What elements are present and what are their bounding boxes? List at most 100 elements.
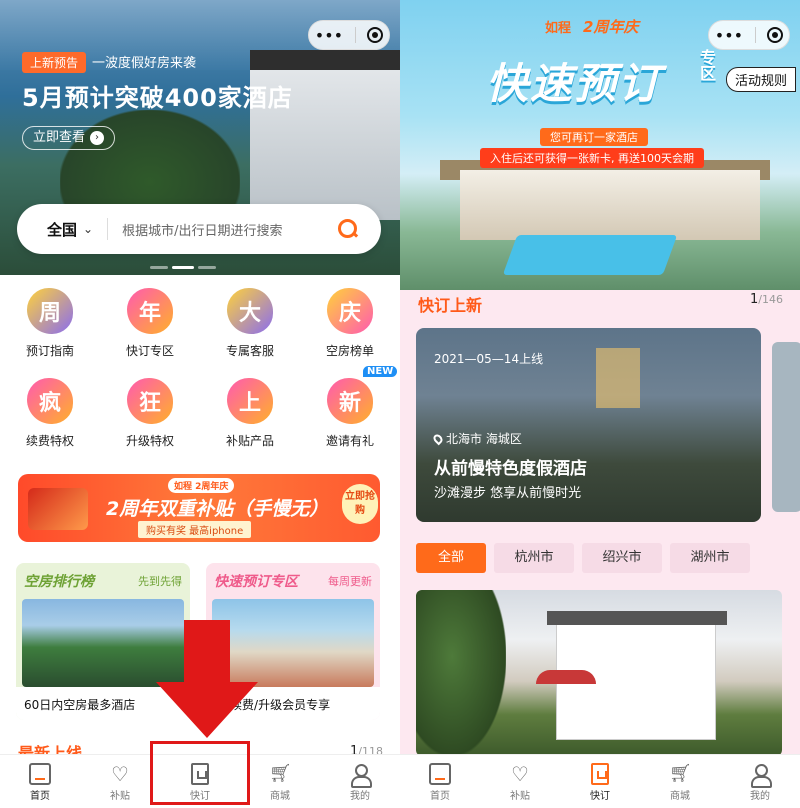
grid-item-renew-privilege[interactable]: 疯 续费特权: [0, 378, 100, 449]
nian-icon: 年: [127, 288, 173, 334]
tab-label: 商城: [270, 791, 290, 802]
card-header: 快速预订专区 每周更新: [206, 563, 380, 599]
brand-logo: 如程: [545, 21, 572, 36]
featured-date: 2021—05—14上线: [434, 352, 544, 366]
carousel-dots: [150, 266, 216, 269]
promo-logo: 如程 2周年庆: [168, 478, 235, 493]
anniversary-promo-banner[interactable]: 如程 2周年庆 2周年双重补贴（手慢无） 购买有奖 最高iphone 立即抢购: [18, 474, 380, 542]
activity-rules-button[interactable]: 活动规则: [726, 67, 797, 92]
featured-hotel-desc: 沙滩漫步 悠享从前慢时光: [434, 486, 582, 501]
tab-mine[interactable]: 我的: [720, 755, 800, 808]
hotel-listing-image[interactable]: [416, 590, 782, 756]
card-side-text: 每周更新: [328, 575, 372, 588]
tab-mine[interactable]: 我的: [320, 755, 400, 808]
close-miniprogram-icon[interactable]: [367, 27, 384, 43]
more-icon[interactable]: •••: [315, 26, 343, 45]
card-side-text: 先到先得: [138, 575, 182, 588]
grid-item-label: 预订指南: [25, 344, 74, 358]
carousel-dot: [198, 266, 216, 269]
section-total: /146: [758, 293, 783, 306]
grid-item-label: 升级特权: [125, 434, 174, 448]
chevron-down-icon[interactable]: ⌄: [83, 222, 93, 236]
hero-house: [250, 50, 400, 220]
arrow-right-icon: ›: [90, 131, 105, 145]
window-light: [596, 348, 640, 408]
featured-location-text: 北海市 海城区: [446, 432, 522, 446]
grid-item-service[interactable]: 大 专属客服: [200, 288, 300, 359]
promo-subtitle: 购买有奖 最高iphone: [138, 521, 252, 538]
featured-hotel-card[interactable]: 2021—05—14上线 北海市 海城区 从前慢特色度假酒店 沙滩漫步 悠享从前…: [416, 328, 761, 522]
red-envelope-image: [28, 488, 88, 530]
home-icon: [429, 763, 451, 785]
promo-title: 2周年双重补贴（手慢无）: [106, 498, 329, 520]
cart-icon: 🛒︎: [669, 763, 692, 784]
grid-item-quick-zone[interactable]: 年 快订专区: [100, 288, 200, 359]
tab-mall[interactable]: 🛒︎ 商城: [640, 755, 720, 808]
grid-item-label: 空房榜单: [325, 344, 374, 358]
tab-subsidy[interactable]: ♡ 补贴: [80, 755, 160, 808]
quick-booking-screen: 如程 2周年庆 快速预订 专区 您可再订一家酒店 入住后还可获得一张新卡, 再送…: [400, 0, 800, 808]
tab-label: 补贴: [510, 791, 530, 802]
brand-logos: 如程 2周年庆: [545, 16, 638, 37]
search-divider: [107, 218, 109, 240]
grid-item-booking-guide[interactable]: 周 预订指南: [0, 288, 100, 359]
grid-item-subsidy[interactable]: 上 补贴产品: [200, 378, 300, 449]
capsule-divider: [354, 27, 356, 43]
city-tab-huzhou[interactable]: 湖州市: [670, 543, 750, 573]
kuang-icon: 狂: [127, 378, 173, 424]
region-selector[interactable]: 全国: [47, 219, 77, 240]
tab-label: 我的: [750, 791, 770, 802]
da-icon: 大: [227, 288, 273, 334]
search-input[interactable]: 根据城市/出行日期进行搜索: [122, 220, 337, 239]
miniprogram-capsule: •••: [308, 20, 390, 50]
heart-icon: ♡: [111, 762, 129, 786]
next-card-peek[interactable]: [772, 342, 800, 512]
hero-pill-primary: 您可再订一家酒店: [540, 128, 648, 146]
bottom-tabbar: 首页 ♡ 补贴 快订 🛒︎ 商城 我的: [400, 754, 800, 808]
tab-label: 商城: [670, 791, 690, 802]
tab-quick-book[interactable]: 快订: [560, 755, 640, 808]
search-bar[interactable]: 全国 ⌄ 根据城市/出行日期进行搜索: [17, 204, 381, 254]
tab-mall[interactable]: 🛒︎ 商城: [240, 755, 320, 808]
city-filter: 全部 杭州市 绍兴市 湖州市: [416, 543, 750, 573]
search-icon[interactable]: [337, 218, 359, 240]
umbrella-image: [536, 670, 596, 684]
grid-item-invite[interactable]: 新 NEW 邀请有礼: [300, 366, 400, 449]
tab-label: 补贴: [110, 791, 130, 802]
cart-icon: 🛒︎: [269, 763, 292, 784]
shang-icon: 上: [227, 378, 273, 424]
villa-image: [460, 170, 760, 240]
xin-icon: 新: [327, 378, 373, 424]
bookmark-icon: [591, 763, 609, 785]
hero-cta-button[interactable]: 立即查看 ›: [22, 126, 116, 150]
grid-item-label: 补贴产品: [225, 434, 274, 448]
section-pager: 1/146: [750, 292, 783, 307]
user-icon: [749, 763, 772, 788]
promo-buy-button[interactable]: 立即抢购: [342, 484, 378, 524]
tab-home[interactable]: 首页: [0, 755, 80, 808]
city-tab-all[interactable]: 全部: [416, 543, 486, 573]
red-arrow-annotation: [156, 620, 258, 738]
hero-pill-secondary: 入住后还可获得一张新卡, 再送100天会期: [480, 148, 704, 168]
more-icon[interactable]: •••: [715, 26, 743, 45]
tab-label: 快订: [590, 791, 610, 802]
pool-image: [502, 235, 678, 275]
tab-home[interactable]: 首页: [400, 755, 480, 808]
grid-item-upgrade-privilege[interactable]: 狂 升级特权: [100, 378, 200, 449]
featured-hotel-name: 从前慢特色度假酒店: [434, 459, 587, 479]
tab-subsidy[interactable]: ♡ 补贴: [480, 755, 560, 808]
user-icon: [349, 763, 372, 788]
city-tab-shaoxing[interactable]: 绍兴市: [582, 543, 662, 573]
grid-item-vacancy-rank[interactable]: 庆 空房榜单: [300, 288, 400, 359]
card-title: 空房排行榜: [24, 574, 94, 590]
hero-title: 5月预计突破400家酒店: [22, 84, 293, 112]
grid-item-label: 续费特权: [25, 434, 74, 448]
tab-label: 首页: [430, 791, 450, 802]
close-miniprogram-icon[interactable]: [767, 27, 784, 43]
section-title: 快订上新: [418, 296, 483, 315]
hero-cta-label: 立即查看: [33, 130, 86, 145]
tab-label: 我的: [350, 791, 370, 802]
highlight-box-annotation: [150, 741, 250, 805]
grid-item-label: 专属客服: [225, 344, 274, 358]
city-tab-hangzhou[interactable]: 杭州市: [494, 543, 574, 573]
